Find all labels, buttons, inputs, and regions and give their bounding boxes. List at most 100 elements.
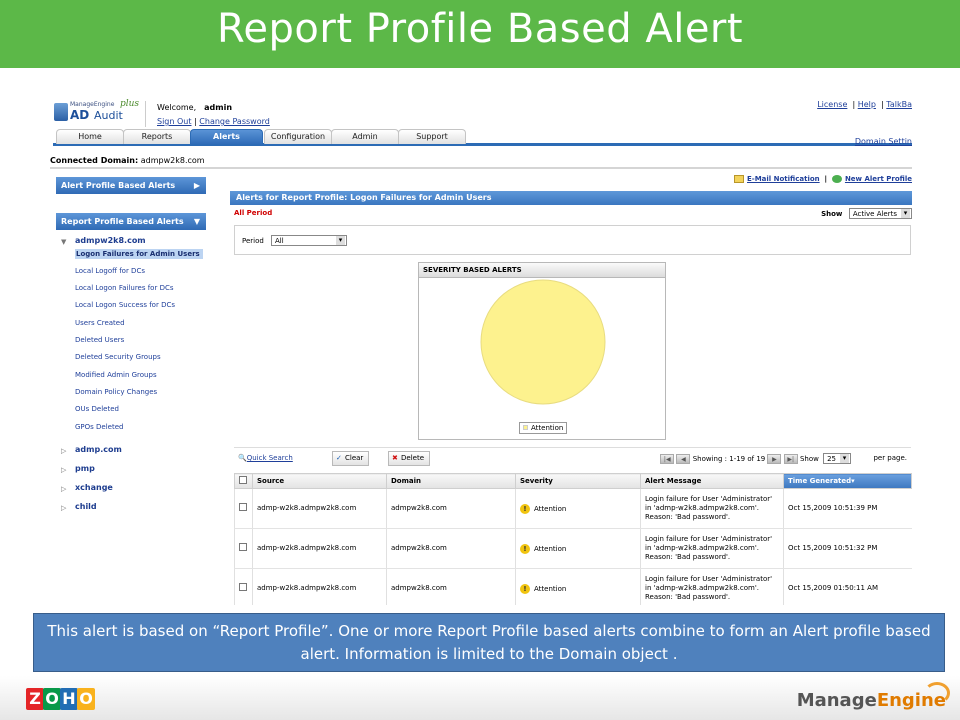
per-page-select[interactable]: 25 bbox=[823, 453, 851, 464]
tree-report-local-logon-success[interactable]: Local Logon Success for DCs bbox=[75, 301, 175, 309]
row-message: Login failure for User 'Administrator' i… bbox=[640, 528, 784, 569]
first-page-icon[interactable]: |◀ bbox=[660, 454, 675, 464]
welcome-label: Welcome, bbox=[157, 103, 197, 112]
domain-settings-link[interactable]: Domain Settin bbox=[855, 137, 912, 146]
row-severity: ! Attention bbox=[515, 568, 641, 605]
severity-chart: SEVERITY BASED ALERTS Attention bbox=[418, 262, 666, 440]
row-source: admp-w2k8.admpw2k8.com bbox=[252, 528, 387, 569]
prev-page-icon[interactable]: ◀ bbox=[676, 454, 691, 464]
report-profile-alerts-header[interactable]: Report Profile Based Alerts ▼ bbox=[56, 213, 206, 230]
zoho-letter-o2: O bbox=[77, 688, 95, 710]
row-domain: admpw2k8.com bbox=[386, 568, 516, 605]
table-row[interactable]: admp-w2k8.admpw2k8.com admpw2k8.com ! Att… bbox=[234, 568, 912, 605]
last-page-icon[interactable]: ▶| bbox=[783, 454, 798, 464]
show-filter: Show Active Alerts bbox=[821, 208, 912, 219]
tree-report-local-logoff[interactable]: Local Logoff for DCs bbox=[75, 267, 145, 275]
slide-title: Report Profile Based Alert bbox=[216, 6, 744, 52]
row-checkbox[interactable] bbox=[239, 543, 247, 551]
tree-domain-child[interactable]: child bbox=[75, 502, 97, 511]
delete-button-label: Delete bbox=[401, 454, 424, 462]
grid-toolbar: 🔍Quick Search ✓ Clear ✖ Delete |◀ ◀ Showin… bbox=[234, 447, 911, 469]
sign-out-link[interactable]: Sign Out bbox=[157, 117, 192, 126]
tree-report-users-created[interactable]: Users Created bbox=[75, 319, 125, 327]
tree-report-ous-deleted[interactable]: OUs Deleted bbox=[75, 405, 119, 413]
pie-slice-attention bbox=[480, 279, 606, 405]
alert-profile-alerts-label: Alert Profile Based Alerts bbox=[61, 181, 176, 190]
table-row[interactable]: admp-w2k8.admpw2k8.com admpw2k8.com ! Att… bbox=[234, 488, 912, 529]
tab-admin[interactable]: Admin bbox=[331, 129, 399, 144]
column-alert-message[interactable]: Alert Message bbox=[640, 473, 784, 489]
change-password-link[interactable]: Change Password bbox=[199, 117, 270, 126]
legend-swatch bbox=[523, 425, 528, 430]
row-message: Login failure for User 'Administrator' i… bbox=[640, 568, 784, 605]
tree-domain-xchange[interactable]: xchange bbox=[75, 483, 113, 492]
quick-search-link[interactable]: Quick Search bbox=[247, 454, 293, 462]
toolbar-links: E-Mail Notification | New Alert Profile bbox=[734, 175, 912, 183]
next-page-icon[interactable]: ▶ bbox=[767, 454, 782, 464]
header-separator bbox=[50, 167, 912, 169]
tree-report-deleted-security-groups[interactable]: Deleted Security Groups bbox=[75, 353, 161, 361]
manageengine-logo: ManageEngine bbox=[796, 682, 950, 711]
period-filter-box: Period All bbox=[234, 225, 911, 255]
row-checkbox[interactable] bbox=[239, 583, 247, 591]
zoho-letter-h: H bbox=[60, 688, 78, 710]
tree-domain-admp[interactable]: admp.com bbox=[75, 445, 122, 454]
tree-report-modified-admin-groups[interactable]: Modified Admin Groups bbox=[75, 371, 157, 379]
delete-button[interactable]: ✖ Delete bbox=[388, 451, 430, 466]
tree-domain-pmp[interactable]: pmp bbox=[75, 464, 95, 473]
tab-reports[interactable]: Reports bbox=[123, 129, 191, 144]
clear-button[interactable]: ✓ Clear bbox=[332, 451, 370, 466]
tree-domain-admpw2k8[interactable]: admpw2k8.com bbox=[75, 236, 146, 245]
select-all-checkbox[interactable] bbox=[239, 476, 247, 484]
help-link[interactable]: Help bbox=[858, 100, 876, 109]
tree-report-domain-policy-changes[interactable]: Domain Policy Changes bbox=[75, 388, 157, 396]
zoho-letter-o: O bbox=[43, 688, 61, 710]
license-link[interactable]: License bbox=[817, 100, 847, 109]
logo-audit: Audit bbox=[94, 109, 123, 122]
tab-home[interactable]: Home bbox=[56, 129, 124, 144]
tree-report-logon-failures-admin[interactable]: Logon Failures for Admin Users bbox=[75, 249, 203, 259]
row-severity: ! Attention bbox=[515, 528, 641, 569]
expand-right-icon: ▷ bbox=[61, 447, 67, 455]
tab-configuration[interactable]: Configuration bbox=[264, 129, 332, 144]
attention-icon: ! bbox=[520, 543, 530, 554]
chevron-right-icon: ▶ bbox=[193, 181, 200, 190]
legend-label: Attention bbox=[531, 424, 564, 432]
period-select[interactable]: All bbox=[271, 235, 347, 246]
report-profile-alerts-label: Report Profile Based Alerts bbox=[61, 217, 184, 226]
connected-domain-label: Connected Domain: bbox=[50, 156, 139, 165]
tab-support[interactable]: Support bbox=[398, 129, 466, 144]
tree-report-gpos-deleted[interactable]: GPOs Deleted bbox=[75, 423, 123, 431]
header-divider bbox=[145, 101, 146, 127]
row-domain: admpw2k8.com bbox=[386, 528, 516, 569]
column-time-generated[interactable]: Time Generated▾ bbox=[783, 473, 912, 489]
show-label: Show bbox=[821, 210, 843, 218]
connected-domain-value: admpw2k8.com bbox=[140, 156, 205, 165]
email-notification-link[interactable]: E-Mail Notification bbox=[747, 175, 820, 183]
column-source[interactable]: Source bbox=[252, 473, 387, 489]
new-alert-profile-link[interactable]: New Alert Profile bbox=[845, 175, 912, 183]
row-checkbox[interactable] bbox=[239, 503, 247, 511]
column-severity[interactable]: Severity bbox=[515, 473, 641, 489]
talkback-link[interactable]: TalkBa bbox=[886, 100, 912, 109]
select-all-column bbox=[234, 473, 253, 489]
slide-title-banner: Report Profile Based Alert bbox=[0, 0, 960, 68]
table-row[interactable]: admp-w2k8.admpw2k8.com admpw2k8.com ! Att… bbox=[234, 528, 912, 569]
column-domain[interactable]: Domain bbox=[386, 473, 516, 489]
manageengine-text-a: Manage bbox=[796, 690, 877, 711]
row-severity-label: Attention bbox=[534, 504, 567, 513]
tree-report-deleted-users[interactable]: Deleted Users bbox=[75, 336, 124, 344]
row-message: Login failure for User 'Administrator' i… bbox=[640, 488, 784, 529]
tab-alerts[interactable]: Alerts bbox=[190, 129, 263, 144]
top-links: License | Help | TalkBa bbox=[817, 100, 912, 109]
zoho-letter-z: Z bbox=[26, 688, 44, 710]
panel-title: Alerts for Report Profile: Logon Failure… bbox=[230, 191, 912, 205]
show-select[interactable]: Active Alerts bbox=[848, 208, 912, 219]
alert-profile-alerts-header[interactable]: Alert Profile Based Alerts ▶ bbox=[56, 177, 206, 194]
tree-report-local-logon-failures[interactable]: Local Logon Failures for DCs bbox=[75, 284, 174, 292]
row-time: Oct 15,2009 10:51:32 PM bbox=[783, 528, 912, 569]
quick-search[interactable]: 🔍Quick Search bbox=[238, 454, 293, 462]
attention-icon: ! bbox=[520, 583, 530, 594]
attention-icon: ! bbox=[520, 503, 530, 514]
expand-right-icon: ▷ bbox=[61, 504, 67, 512]
